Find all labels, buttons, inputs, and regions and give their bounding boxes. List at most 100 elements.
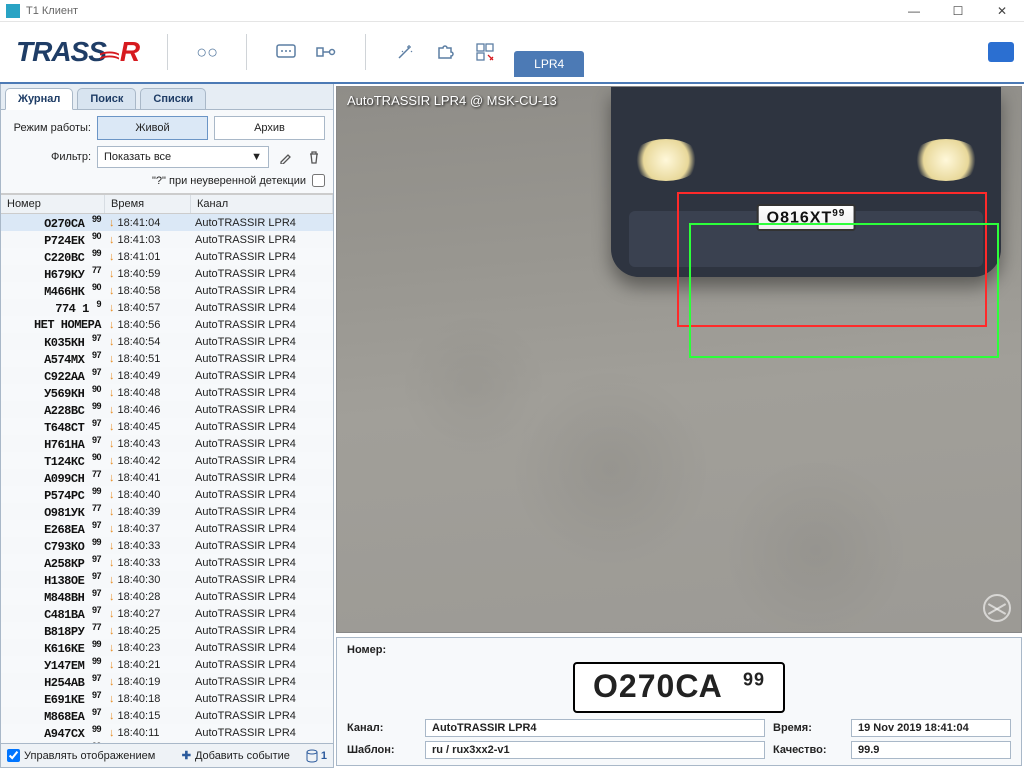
table-row[interactable]: С481ВА 97↓18:40:27AutoTRASSIR LPR4 <box>1 605 333 622</box>
table-row[interactable]: А258КР 97↓18:40:33AutoTRASSIR LPR4 <box>1 554 333 571</box>
arrow-down-icon: ↓ <box>109 455 115 467</box>
detail-template-key: Шаблон: <box>347 744 417 756</box>
add-event-button[interactable]: ✚ Добавить событие <box>182 749 290 762</box>
chat-icon[interactable] <box>275 42 297 62</box>
detail-time-key: Время: <box>773 722 843 734</box>
table-row[interactable]: 774 1 9↓18:40:57AutoTRASSIR LPR4 <box>1 299 333 316</box>
record-icon[interactable]: ○○ <box>196 42 218 62</box>
detail-quality-value: 99.9 <box>851 741 1011 759</box>
arrow-down-icon: ↓ <box>109 404 115 416</box>
table-row[interactable]: Н254АВ 97↓18:40:19AutoTRASSIR LPR4 <box>1 673 333 690</box>
table-row[interactable]: Н138ОЕ 97↓18:40:30AutoTRASSIR LPR4 <box>1 571 333 588</box>
table-row[interactable]: С220ВС 99↓18:41:01AutoTRASSIR LPR4 <box>1 248 333 265</box>
table-row[interactable]: Т648СТ 97↓18:40:45AutoTRASSIR LPR4 <box>1 418 333 435</box>
arrow-down-icon: ↓ <box>109 268 115 280</box>
arrow-down-icon: ↓ <box>109 693 115 705</box>
close-button[interactable]: ✕ <box>980 0 1024 22</box>
table-row[interactable]: Е268ЕА 97↓18:40:37AutoTRASSIR LPR4 <box>1 520 333 537</box>
filter-label: Фильтр: <box>9 151 91 163</box>
tab-journal[interactable]: Журнал <box>5 88 73 110</box>
time-cell: ↓18:40:19 <box>105 676 191 688</box>
detail-template-value: ru / rux3xx2-v1 <box>425 741 765 759</box>
plate-cell: Е691КЕ 97 <box>1 690 105 707</box>
video-area[interactable]: О816ХТ99 AutoTRASSIR LPR4 @ MSK-CU-13 <box>336 86 1022 633</box>
filter-value: Показать все <box>104 151 171 163</box>
arrow-down-icon: ↓ <box>109 421 115 433</box>
arrow-down-icon: ↓ <box>109 591 115 603</box>
minimize-button[interactable]: — <box>892 0 936 22</box>
db-indicator[interactable]: 1 <box>306 749 327 763</box>
table-row[interactable]: М466НК 90↓18:40:58AutoTRASSIR LPR4 <box>1 282 333 299</box>
plate-cell: А947СХ 99 <box>1 724 105 741</box>
time-cell: ↓18:40:18 <box>105 693 191 705</box>
camera-button[interactable] <box>988 42 1014 62</box>
time-cell: ↓18:40:54 <box>105 336 191 348</box>
filter-select[interactable]: Показать все ▼ <box>97 146 269 168</box>
toolbar: TRASSR ○○ LPR4 <box>0 22 1024 82</box>
table-row[interactable]: Е691КЕ 97↓18:40:18AutoTRASSIR LPR4 <box>1 690 333 707</box>
uncertain-label: "?" при неуверенной детекции <box>152 175 306 187</box>
table-row[interactable]: Т124КС 90↓18:40:42AutoTRASSIR LPR4 <box>1 452 333 469</box>
col-number[interactable]: Номер <box>1 195 105 213</box>
table-row[interactable]: У569КН 90↓18:40:48AutoTRASSIR LPR4 <box>1 384 333 401</box>
col-time[interactable]: Время <box>105 195 191 213</box>
table-row[interactable]: М848ВН 97↓18:40:28AutoTRASSIR LPR4 <box>1 588 333 605</box>
time-cell: ↓18:41:01 <box>105 251 191 263</box>
table-row[interactable]: Н679КУ 77↓18:40:59AutoTRASSIR LPR4 <box>1 265 333 282</box>
plate-cell: С922АА 97 <box>1 367 105 384</box>
wand-icon[interactable] <box>394 42 416 62</box>
table-row[interactable]: К035КН 97↓18:40:54AutoTRASSIR LPR4 <box>1 333 333 350</box>
table-row[interactable]: А099СН 77↓18:40:41AutoTRASSIR LPR4 <box>1 469 333 486</box>
time-cell: ↓18:40:58 <box>105 285 191 297</box>
table-row[interactable]: С922АА 97↓18:40:49AutoTRASSIR LPR4 <box>1 367 333 384</box>
channel-cell: AutoTRASSIR LPR4 <box>191 472 333 484</box>
window-title: Т1 Клиент <box>26 5 78 17</box>
table-row[interactable]: В818РУ 77↓18:40:25AutoTRASSIR LPR4 <box>1 622 333 639</box>
table-row[interactable]: К616КЕ 99↓18:40:23AutoTRASSIR LPR4 <box>1 639 333 656</box>
mode-archive-button[interactable]: Архив <box>214 116 325 140</box>
channel-cell: AutoTRASSIR LPR4 <box>191 540 333 552</box>
table-row[interactable]: О981УК 77↓18:40:39AutoTRASSIR LPR4 <box>1 503 333 520</box>
channel-tab[interactable]: LPR4 <box>514 51 584 77</box>
plate-cell: 774 1 9 <box>1 299 105 316</box>
mode-live-button[interactable]: Живой <box>97 116 208 140</box>
table-row[interactable]: НЕТ НОМЕРА↓18:40:56AutoTRASSIR LPR4 <box>1 316 333 333</box>
channel-cell: AutoTRASSIR LPR4 <box>191 387 333 399</box>
plate-cell: Н761НА 97 <box>1 435 105 452</box>
table-row[interactable]: О270СА 99↓18:41:04AutoTRASSIR LPR4 <box>1 214 333 231</box>
delete-filter-button[interactable] <box>303 146 325 168</box>
maximize-button[interactable]: ☐ <box>936 0 980 22</box>
channel-cell: AutoTRASSIR LPR4 <box>191 642 333 654</box>
table-row[interactable]: А574МХ 97↓18:40:51AutoTRASSIR LPR4 <box>1 350 333 367</box>
channel-cell: AutoTRASSIR LPR4 <box>191 710 333 722</box>
grid-icon[interactable] <box>474 42 496 62</box>
table-row[interactable]: А947СХ 99↓18:40:11AutoTRASSIR LPR4 <box>1 724 333 741</box>
time-cell: ↓18:40:40 <box>105 489 191 501</box>
table-row[interactable]: Н761НА 97↓18:40:43AutoTRASSIR LPR4 <box>1 435 333 452</box>
channel-cell: AutoTRASSIR LPR4 <box>191 438 333 450</box>
manage-display-checkbox[interactable]: Управлять отображением <box>7 749 155 762</box>
tab-lists[interactable]: Списки <box>140 88 206 109</box>
plate-cell: М848ВН 97 <box>1 588 105 605</box>
channel-cell: AutoTRASSIR LPR4 <box>191 523 333 535</box>
table-row[interactable]: С793КО 99↓18:40:33AutoTRASSIR LPR4 <box>1 537 333 554</box>
connector-icon[interactable] <box>315 42 337 62</box>
channel-cell: AutoTRASSIR LPR4 <box>191 336 333 348</box>
arrow-down-icon: ↓ <box>109 540 115 552</box>
table-row[interactable]: Р574РС 99↓18:40:40AutoTRASSIR LPR4 <box>1 486 333 503</box>
uncertain-checkbox[interactable] <box>312 174 325 187</box>
table-row[interactable]: У147ЕМ 99↓18:40:21AutoTRASSIR LPR4 <box>1 656 333 673</box>
edit-filter-button[interactable] <box>275 146 297 168</box>
plate-cell: У569КН 90 <box>1 384 105 401</box>
arrow-down-icon: ↓ <box>109 642 115 654</box>
arrow-down-icon: ↓ <box>109 659 115 671</box>
tab-search[interactable]: Поиск <box>77 88 136 109</box>
puzzle-icon[interactable] <box>434 42 456 62</box>
arrow-down-icon: ↓ <box>109 489 115 501</box>
table-row[interactable]: М868ЕА 97↓18:40:15AutoTRASSIR LPR4 <box>1 707 333 724</box>
table-row[interactable]: Р724ЕК 90↓18:41:03AutoTRASSIR LPR4 <box>1 231 333 248</box>
col-channel[interactable]: Канал <box>191 195 333 213</box>
plate-cell: Е268ЕА 97 <box>1 520 105 537</box>
channel-cell: AutoTRASSIR LPR4 <box>191 574 333 586</box>
table-row[interactable]: А228ВС 99↓18:40:46AutoTRASSIR LPR4 <box>1 401 333 418</box>
